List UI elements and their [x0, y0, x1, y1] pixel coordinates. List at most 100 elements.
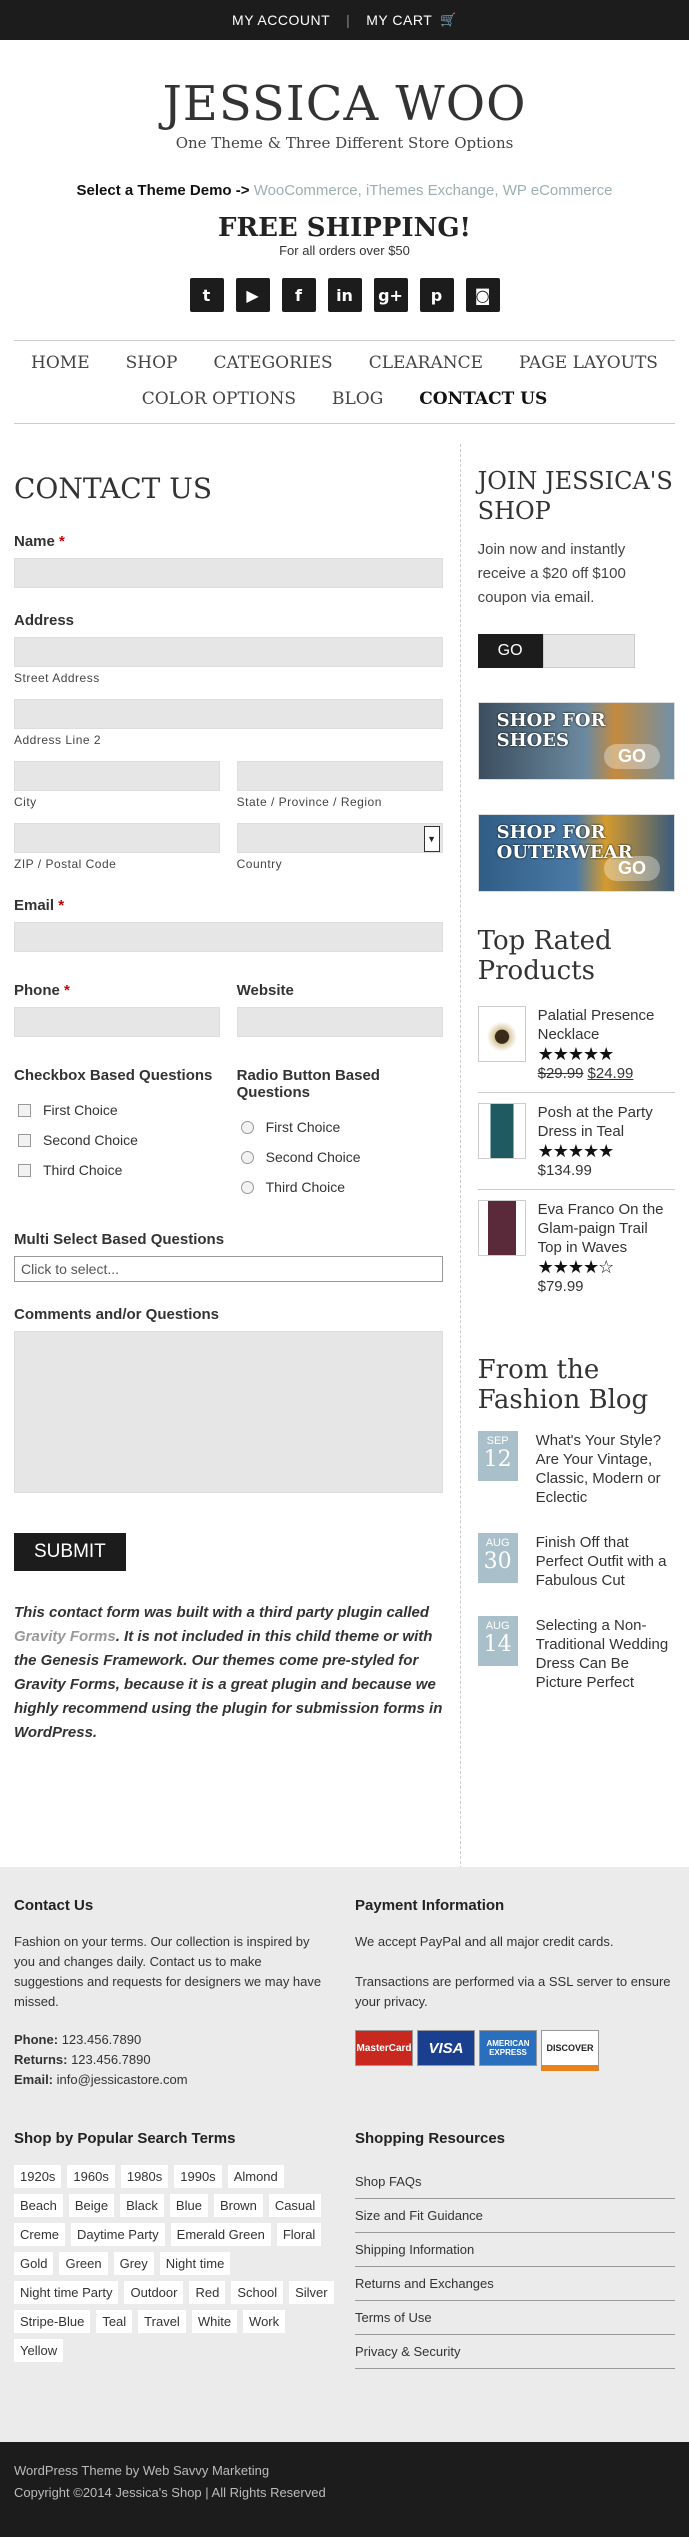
linkedin-icon[interactable]: in: [327, 278, 362, 312]
tag-link[interactable]: Green: [59, 2252, 108, 2275]
checkbox-choice[interactable]: Third Choice: [14, 1162, 220, 1178]
tag-link[interactable]: Daytime Party: [71, 2223, 165, 2246]
dress-thumbnail[interactable]: [477, 1103, 526, 1159]
tag-link[interactable]: Yellow: [14, 2339, 64, 2362]
tag-link[interactable]: White: [191, 2310, 238, 2333]
nav-categories[interactable]: CATEGORIES: [213, 353, 332, 373]
city-input[interactable]: [14, 761, 220, 791]
demo-link-woocommerce[interactable]: WooCommerce: [254, 182, 358, 199]
post-title[interactable]: What's Your Style? Are Your Vintage, Cla…: [536, 1431, 675, 1507]
blog-post[interactable]: AUG 14 Selecting a Non-Traditional Weddin…: [477, 1616, 675, 1692]
promo-go-button[interactable]: GO: [603, 744, 660, 769]
resource-link-returns[interactable]: Returns and Exchanges: [355, 2267, 675, 2301]
tag-link[interactable]: Beige: [68, 2194, 115, 2217]
product-item[interactable]: Palatial Presence Necklace ★★★★★ $29.99 $…: [477, 996, 675, 1093]
tag-link[interactable]: Gold: [14, 2252, 54, 2275]
multi-select-input[interactable]: Click to select...: [14, 1256, 443, 1282]
tag-link[interactable]: 1920s: [14, 2165, 62, 2188]
tag-link[interactable]: Outdoor: [124, 2281, 184, 2304]
zip-input[interactable]: [14, 823, 220, 853]
tag-link[interactable]: Blue: [169, 2194, 208, 2217]
blog-post[interactable]: SEP 12 What's Your Style? Are Your Vintag…: [477, 1431, 675, 1507]
checkbox[interactable]: [18, 1133, 31, 1147]
resource-link-shipping[interactable]: Shipping Information: [355, 2233, 675, 2267]
post-title[interactable]: Selecting a Non-Traditional Wedding Dres…: [536, 1616, 675, 1692]
nav-contact-us[interactable]: CONTACT US: [419, 389, 547, 409]
post-title[interactable]: Finish Off that Perfect Outfit with a Fa…: [536, 1533, 675, 1590]
tag-link[interactable]: Work: [243, 2310, 286, 2333]
twitter-icon[interactable]: t: [189, 278, 224, 312]
checkbox-choice[interactable]: First Choice: [14, 1102, 220, 1118]
promo-go-button[interactable]: GO: [603, 856, 660, 881]
tag-link[interactable]: Black: [120, 2194, 164, 2217]
address-line2-input[interactable]: [14, 699, 443, 729]
tag-link[interactable]: Teal: [96, 2310, 133, 2333]
tag-link[interactable]: Beach: [14, 2194, 63, 2217]
checkbox-choice[interactable]: Second Choice: [14, 1132, 220, 1148]
facebook-icon[interactable]: f: [281, 278, 316, 312]
tag-link[interactable]: Grey: [113, 2252, 154, 2275]
tag-link[interactable]: 1960s: [67, 2165, 115, 2188]
tag-link[interactable]: Brown: [213, 2194, 263, 2217]
submit-button[interactable]: SUBMIT: [14, 1533, 126, 1571]
radio[interactable]: [240, 1120, 254, 1134]
shop-shoes-banner[interactable]: SHOP FOR SHOES GO: [477, 702, 675, 780]
youtube-icon[interactable]: ▶: [235, 278, 270, 312]
tag-link[interactable]: School: [231, 2281, 284, 2304]
email-signup-input[interactable]: [542, 634, 635, 668]
tag-link[interactable]: Travel: [138, 2310, 186, 2333]
country-select[interactable]: ▼: [236, 823, 443, 853]
phone-input[interactable]: [14, 1007, 220, 1037]
nav-blog[interactable]: BLOG: [332, 389, 383, 409]
resource-link-terms[interactable]: Terms of Use: [355, 2301, 675, 2335]
my-cart-link[interactable]: MY CART: [366, 12, 432, 28]
website-input[interactable]: [236, 1007, 443, 1037]
email-input[interactable]: [14, 922, 443, 952]
nav-clearance[interactable]: CLEARANCE: [369, 353, 483, 373]
top-thumbnail[interactable]: [477, 1200, 526, 1256]
theme-credit[interactable]: WordPress Theme by Web Savvy Marketing: [14, 2460, 675, 2482]
email-address[interactable]: info@jessicastore.com: [57, 2072, 188, 2087]
resource-link-privacy[interactable]: Privacy & Security: [355, 2335, 675, 2369]
pinterest-icon[interactable]: p: [419, 278, 454, 312]
nav-home[interactable]: HOME: [31, 353, 90, 373]
tag-link[interactable]: Creme: [14, 2223, 66, 2246]
blog-post[interactable]: AUG 30 Finish Off that Perfect Outfit wit…: [477, 1533, 675, 1590]
resource-link-faqs[interactable]: Shop FAQs: [355, 2165, 675, 2199]
chevron-down-icon[interactable]: ▼: [423, 826, 440, 852]
tag-link[interactable]: Casual: [268, 2194, 322, 2217]
cart-icon[interactable]: 🛒: [440, 12, 457, 28]
necklace-thumbnail[interactable]: [477, 1006, 526, 1062]
gravity-forms-link[interactable]: Gravity Forms: [14, 1628, 116, 1645]
radio[interactable]: [240, 1150, 254, 1164]
demo-link-wpecommerce[interactable]: WP eCommerce: [503, 182, 613, 199]
product-item[interactable]: Posh at the Party Dress in Teal ★★★★★ $1…: [477, 1093, 675, 1190]
googleplus-icon[interactable]: g+: [373, 278, 408, 312]
nav-shop[interactable]: SHOP: [126, 353, 178, 373]
tag-link[interactable]: Night time Party: [14, 2281, 119, 2304]
tag-link[interactable]: Floral: [276, 2223, 322, 2246]
nav-color-options[interactable]: COLOR OPTIONS: [142, 389, 296, 409]
tag-link[interactable]: Silver: [289, 2281, 334, 2304]
nav-page-layouts[interactable]: PAGE LAYOUTS: [519, 353, 658, 373]
street-address-input[interactable]: [14, 637, 443, 667]
site-title[interactable]: JESSICA WOO: [0, 80, 689, 128]
product-item[interactable]: Eva Franco On the Glam-paign Trail Top i…: [477, 1190, 675, 1305]
instagram-icon[interactable]: ◙: [465, 278, 500, 312]
tag-link[interactable]: 1980s: [120, 2165, 169, 2188]
radio[interactable]: [240, 1180, 254, 1194]
tag-link[interactable]: Night time: [159, 2252, 231, 2275]
radio-choice[interactable]: First Choice: [237, 1119, 443, 1135]
comments-textarea[interactable]: [14, 1331, 443, 1493]
name-input[interactable]: [14, 558, 443, 588]
tag-link[interactable]: Almond: [227, 2165, 284, 2188]
tag-link[interactable]: Stripe-Blue: [14, 2310, 91, 2333]
resource-link-size-fit[interactable]: Size and Fit Guidance: [355, 2199, 675, 2233]
product-name[interactable]: Eva Franco On the Glam-paign Trail Top i…: [538, 1200, 675, 1257]
tag-link[interactable]: Red: [189, 2281, 226, 2304]
shop-outerwear-banner[interactable]: SHOP FOR OUTERWEAR GO: [477, 814, 675, 892]
radio-choice[interactable]: Third Choice: [237, 1179, 443, 1195]
product-name[interactable]: Posh at the Party Dress in Teal: [538, 1103, 675, 1141]
demo-link-ithemes[interactable]: iThemes Exchange: [366, 182, 494, 199]
state-input[interactable]: [236, 761, 443, 791]
